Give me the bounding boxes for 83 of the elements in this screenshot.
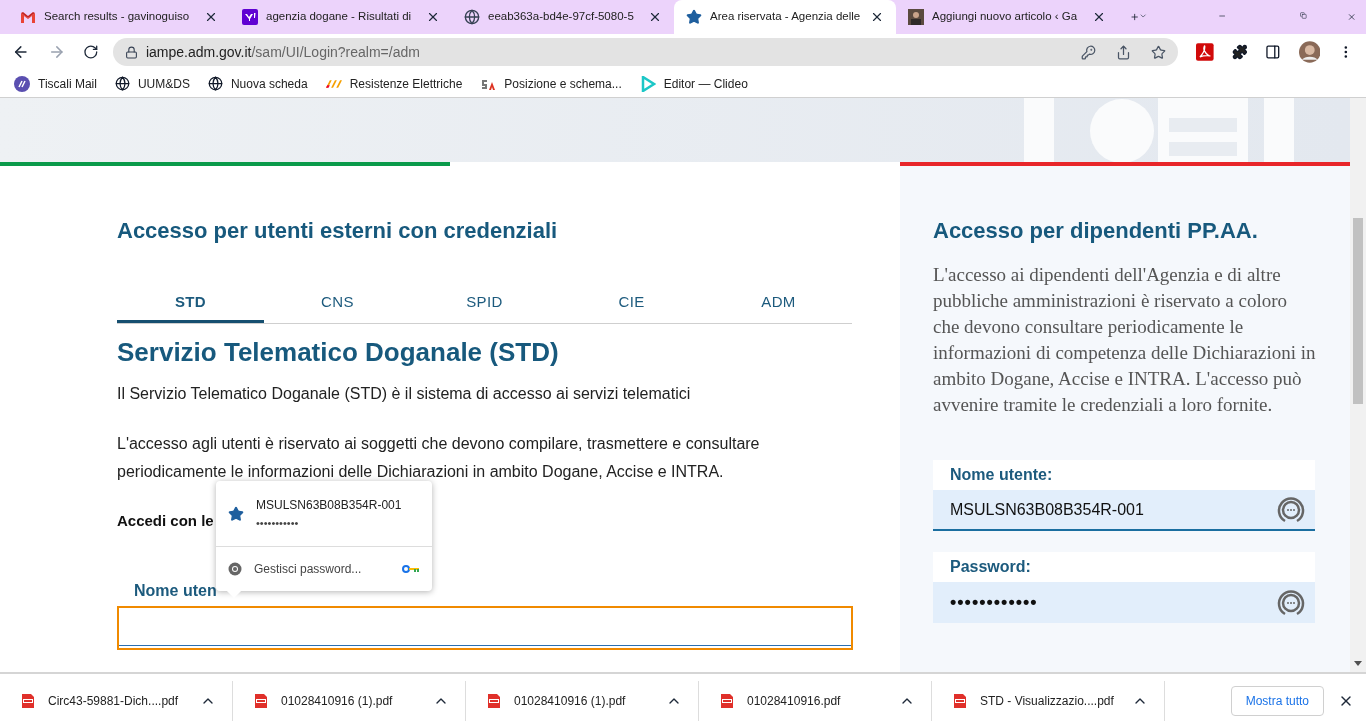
intro-text: Il Servizio Telematico Doganale (STD) è il sistema di accesso ai servizi telematici (117, 384, 692, 404)
saved-password: ••••••••••• (256, 515, 300, 531)
back-icon[interactable] (12, 43, 30, 61)
slash-icon (14, 75, 30, 92)
globe-icon (114, 76, 130, 91)
bookmark-star-icon[interactable] (1150, 44, 1166, 60)
tab-title: Search results - gavinoguiso (44, 9, 191, 25)
password-field[interactable]: •••••••••••• (933, 582, 1315, 623)
bookmark-link[interactable]: Tiscali Mail (14, 74, 97, 93)
field-label-bar: Password: (933, 552, 1315, 582)
lock-icon (124, 45, 138, 59)
close-icon[interactable] (204, 10, 218, 24)
extensions-icon[interactable] (1231, 44, 1248, 60)
show-all-button[interactable]: Mostra tutto (1230, 686, 1324, 716)
close-icon[interactable] (870, 10, 884, 24)
key-icon[interactable] (1080, 44, 1096, 60)
field-label-bar: Nome utente: (933, 460, 1315, 490)
login-tab[interactable]: SPID (411, 284, 558, 323)
tab-title: Area riservata - Agenzia delle (710, 9, 862, 25)
bookmark-link[interactable]: UUM&DS (114, 74, 190, 93)
download-item[interactable]: 01028410916 (1).pdf (466, 681, 699, 721)
download-item[interactable]: STD - Visualizzazio....pdf (932, 681, 1165, 721)
bookmark-link[interactable]: Editor — Clideo (639, 74, 748, 93)
saved-credential-item[interactable]: MSULSN63B08B354R-001 ••••••••••• (216, 481, 432, 546)
download-item[interactable]: Circ43-59881-Dich....pdf (0, 681, 233, 721)
page-title: Servizio Telematico Doganale (STD) (117, 336, 560, 368)
panel-heading: Accesso per dipendenti PP.AA. (933, 217, 1259, 245)
scroll-down-icon[interactable] (1354, 661, 1362, 666)
tab-title: eeab363a-bd4e-97cf-5080-5 (488, 9, 635, 25)
url-text: iampe.adm.gov.it/sam/UI/Login?realm=/adm (145, 42, 421, 62)
browser-tab[interactable]: agenzia dogane - Risultati di (230, 0, 452, 34)
section-heading: Accesso per utenti esterni con credenziali (117, 217, 559, 245)
browser-tab[interactable]: eeab363a-bd4e-97cf-5080-5 (452, 0, 674, 34)
close-icon[interactable] (648, 10, 662, 24)
scrollbar-thumb[interactable] (1353, 218, 1363, 404)
login-prompt: Accedi con le (117, 511, 214, 531)
login-tab[interactable]: ADM (705, 284, 852, 323)
side-panel-icon[interactable] (1265, 44, 1281, 60)
browser-tab[interactable]: Aggiungi nuovo articolo ‹ Ga (896, 0, 1118, 34)
description-text: L'accesso agli utenti è riservato ai soggetti che devono compilare, trasmettere e consultare periodicamente le informazioni delle Dichiarazioni in ambito Dogane, Accise e INTRA. (117, 434, 761, 482)
manage-passwords-item[interactable]: Gestisci password... (216, 547, 432, 591)
play-icon (639, 75, 656, 92)
pdf-file-icon (952, 693, 968, 709)
pdf-file-icon (719, 693, 735, 709)
address-bar[interactable]: iampe.adm.gov.it/sam/UI/Login?realm=/adm (112, 38, 1178, 66)
share-icon[interactable] (1115, 44, 1131, 60)
bookmark-link[interactable]: Posizione e schema... (480, 74, 622, 93)
pdf-file-icon (20, 693, 36, 709)
photo-icon (908, 9, 924, 25)
username-input[interactable] (117, 605, 853, 650)
saved-username: MSULSN63B08B354R-001 (256, 496, 402, 514)
close-icon[interactable] (1092, 10, 1106, 24)
tab-title: agenzia dogane - Risultati di (266, 9, 413, 25)
tab-title: Aggiungi nuovo articolo ‹ Ga (932, 9, 1079, 25)
login-tab[interactable]: CNS (264, 284, 411, 323)
close-icon[interactable] (426, 10, 440, 24)
download-item[interactable]: 01028410916.pdf (699, 681, 932, 721)
pdf-extension-icon[interactable] (1195, 43, 1214, 61)
login-tab[interactable]: CIE (558, 284, 705, 323)
bookmark-link[interactable]: Nuova scheda (207, 74, 308, 93)
globe-icon (207, 76, 223, 91)
username-label: Nome uten (134, 580, 217, 601)
yahoo-icon (242, 9, 258, 25)
reload-icon[interactable] (83, 44, 99, 60)
star-icon (228, 505, 244, 522)
panel-text: L'accesso ai dipendenti dell'Agenzia e di altre pubbliche amministrazioni è riservato a coloro che devono consultare periodicamente le informazioni di competenza delle Dichiarazioni in ambito Dogane, Accise e INTRA. L'accesso può avvenire tramite le credenziali a loro fornite. (933, 263, 1317, 417)
avatar-icon[interactable] (1298, 41, 1321, 63)
chrome-icon (228, 562, 242, 576)
scrollbar[interactable] (1350, 98, 1366, 672)
star-icon (686, 9, 702, 25)
pdf-file-icon (486, 693, 502, 709)
login-tab[interactable]: STD (117, 284, 264, 323)
bars-icon (325, 79, 342, 88)
download-item[interactable]: 01028410916 (1).pdf (233, 681, 466, 721)
pdf-file-icon (253, 693, 269, 709)
browser-tab[interactable]: Search results - gavinoguiso (8, 0, 230, 34)
username-field[interactable]: MSULSN63B08B354R-001 (933, 490, 1315, 531)
key-icon (402, 564, 420, 574)
bookmark-link[interactable]: Resistenze Elettriche (325, 74, 463, 93)
mail-icon (20, 11, 36, 23)
browser-tab[interactable]: Area riservata - Agenzia delle (674, 0, 896, 34)
globe-icon (464, 9, 480, 25)
restore-icon[interactable] (1299, 9, 1307, 22)
